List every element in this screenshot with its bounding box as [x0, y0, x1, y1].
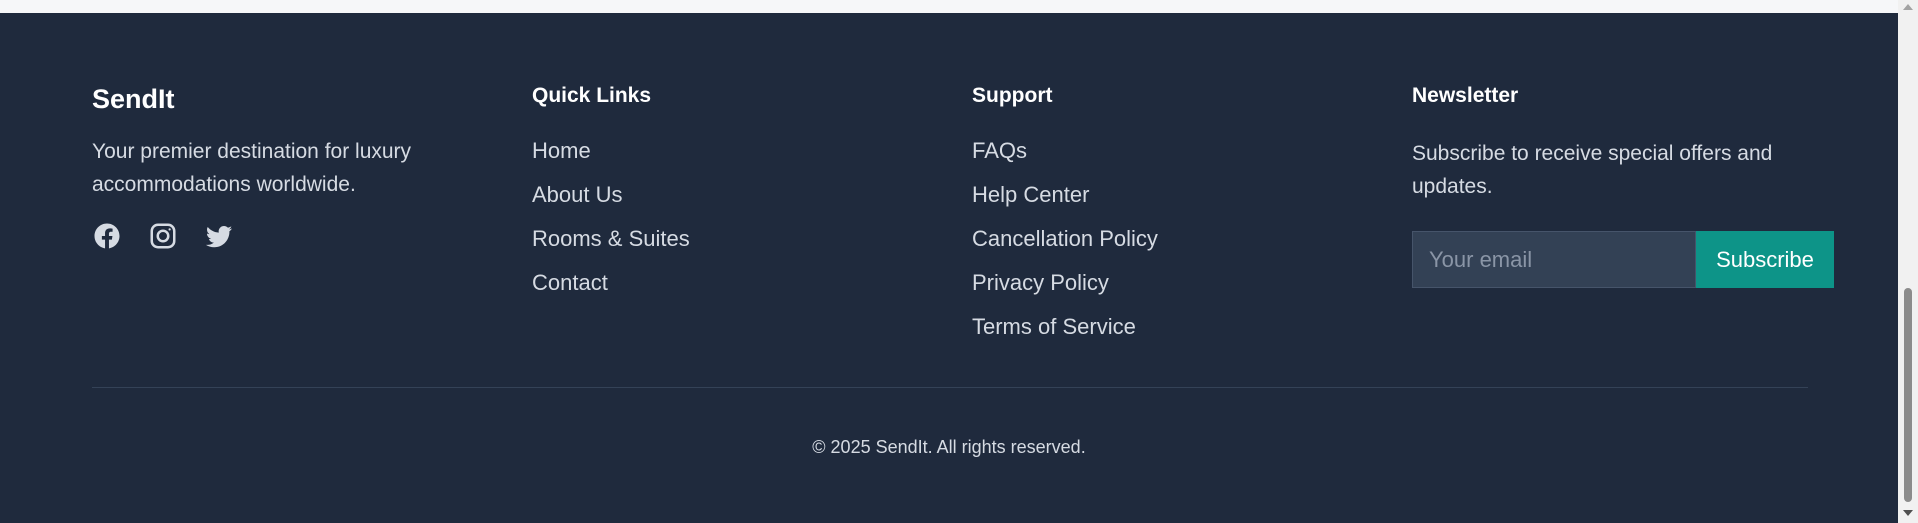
list-item: Contact [532, 269, 932, 313]
newsletter-description: Subscribe to receive special offers and … [1412, 142, 1773, 198]
footer-quick-links-column: Quick Links Home About Us Rooms & Suites… [532, 83, 932, 313]
list-item: About Us [532, 181, 932, 225]
footer-newsletter-column: Newsletter Subscribe to receive special … [1412, 83, 1842, 288]
instagram-icon[interactable] [148, 221, 178, 251]
footer-divider [92, 387, 1808, 388]
scroll-down-arrow-icon[interactable] [1903, 510, 1913, 516]
footer-link-help-center[interactable]: Help Center [972, 182, 1089, 207]
list-item: Cancellation Policy [972, 225, 1372, 269]
vertical-scrollbar[interactable] [1898, 0, 1918, 523]
footer-link-privacy-policy[interactable]: Privacy Policy [972, 270, 1109, 295]
footer-brand-column: SendIt Your premier destination for luxu… [92, 83, 492, 251]
newsletter-form: Subscribe [1412, 231, 1842, 288]
footer-link-rooms-suites[interactable]: Rooms & Suites [532, 226, 690, 251]
footer-link-home[interactable]: Home [532, 138, 591, 163]
support-links-list: FAQs Help Center Cancellation Policy Pri… [972, 137, 1372, 357]
twitter-icon[interactable] [204, 221, 234, 251]
support-heading: Support [972, 84, 1053, 107]
footer-link-faqs[interactable]: FAQs [972, 138, 1027, 163]
list-item: Privacy Policy [972, 269, 1372, 313]
footer-support-column: Support FAQs Help Center Cancellation Po… [972, 83, 1372, 357]
social-links [92, 221, 492, 251]
footer-link-contact[interactable]: Contact [532, 270, 608, 295]
subscribe-button[interactable]: Subscribe [1696, 231, 1834, 288]
brand-description: Your premier destination for luxury acco… [92, 140, 412, 196]
list-item: Rooms & Suites [532, 225, 932, 269]
copyright-text: © 2025 SendIt. All rights reserved. [812, 437, 1086, 457]
footer-link-cancellation-policy[interactable]: Cancellation Policy [972, 226, 1158, 251]
scrollbar-thumb[interactable] [1904, 288, 1912, 502]
scroll-up-arrow-icon[interactable] [1903, 4, 1913, 10]
page-content-edge [0, 0, 1898, 13]
list-item: Home [532, 137, 932, 181]
newsletter-heading: Newsletter [1412, 84, 1519, 107]
list-item: Terms of Service [972, 313, 1372, 357]
list-item: Help Center [972, 181, 1372, 225]
footer-link-terms-of-service[interactable]: Terms of Service [972, 314, 1136, 339]
brand-name: SendIt [92, 84, 175, 114]
footer-link-about-us[interactable]: About Us [532, 182, 623, 207]
facebook-icon[interactable] [92, 221, 122, 251]
quick-links-list: Home About Us Rooms & Suites Contact [532, 137, 932, 313]
quick-links-heading: Quick Links [532, 84, 652, 107]
list-item: FAQs [972, 137, 1372, 181]
site-footer: SendIt Your premier destination for luxu… [0, 13, 1898, 523]
email-input[interactable] [1412, 231, 1696, 288]
page: SendIt Your premier destination for luxu… [0, 0, 1918, 523]
